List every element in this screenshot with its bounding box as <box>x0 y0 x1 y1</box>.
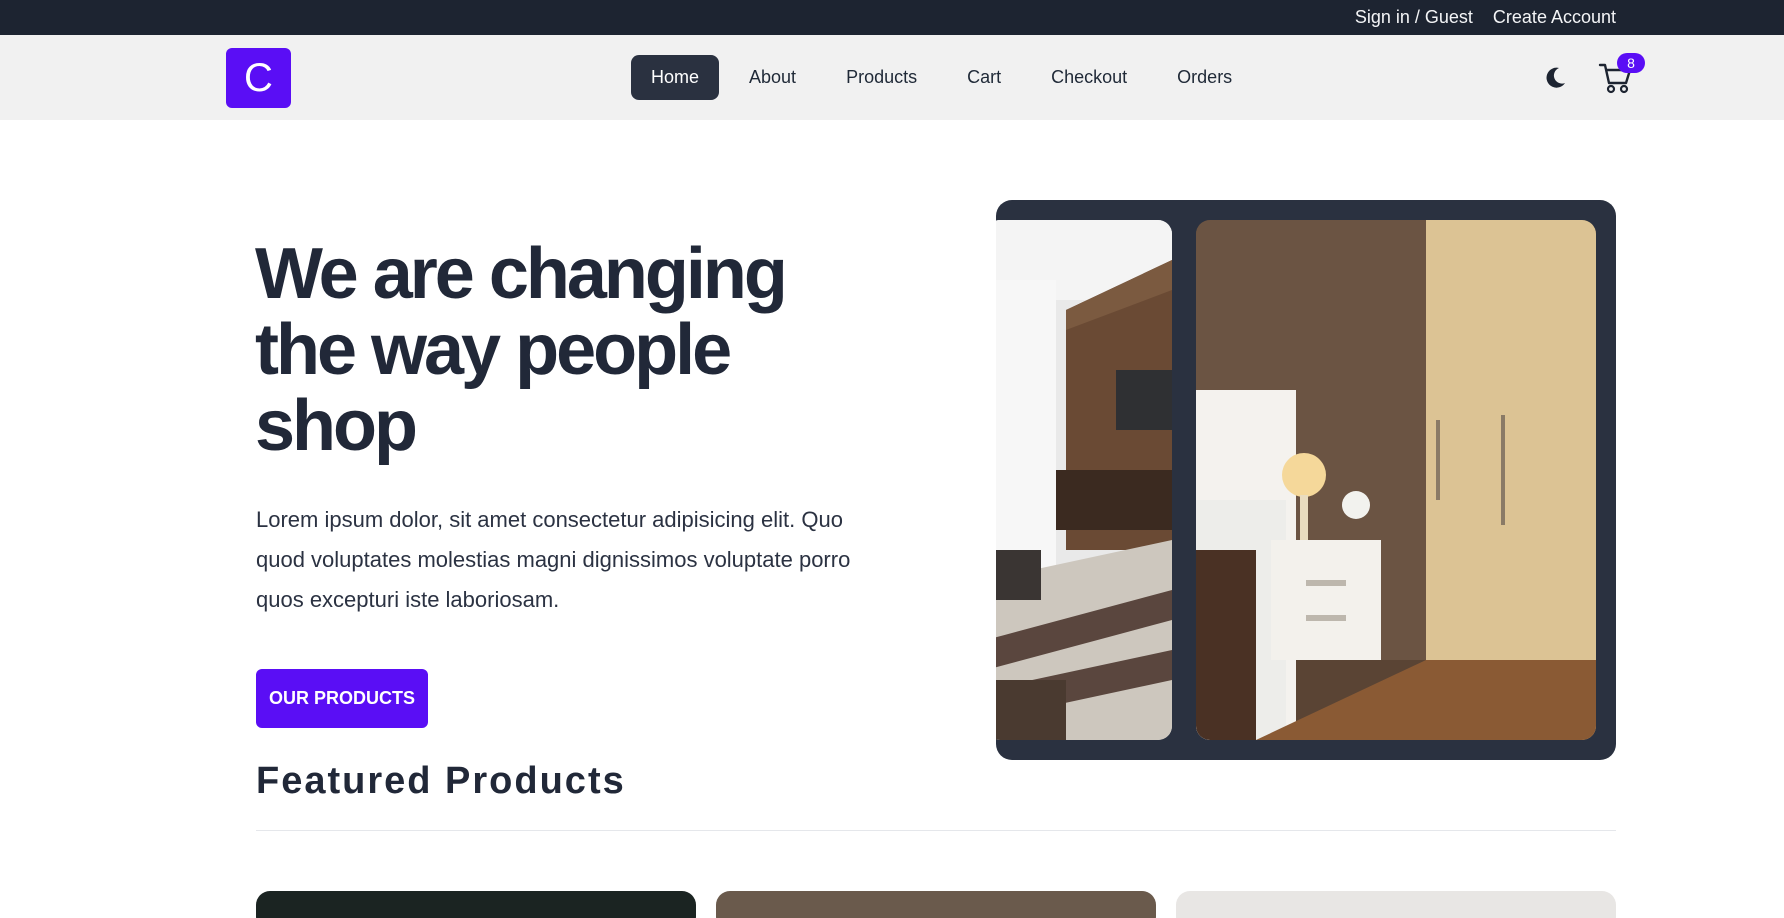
product-card[interactable] <box>256 891 696 918</box>
logo[interactable]: C <box>226 48 291 108</box>
nav-item-cart[interactable]: Cart <box>947 55 1021 100</box>
carousel-image-bedroom <box>1196 220 1596 740</box>
nav-item-orders[interactable]: Orders <box>1157 55 1252 100</box>
product-card[interactable] <box>1176 891 1616 918</box>
account-links: Sign in / Guest Create Account <box>1355 0 1616 35</box>
section-divider <box>256 830 1616 831</box>
nav-item-products[interactable]: Products <box>826 55 937 100</box>
our-products-button[interactable]: OUR PRODUCTS <box>256 669 428 728</box>
cart-count-badge: 8 <box>1617 53 1645 73</box>
hero-text: Lorem ipsum dolor, sit amet consectetur … <box>256 507 851 612</box>
logo-letter: C <box>244 55 273 100</box>
nav-item-home[interactable]: Home <box>631 55 720 100</box>
nav-menu: Home About Products Cart Checkout Orders <box>631 55 1262 100</box>
nav-item-about[interactable]: About <box>729 55 816 100</box>
sign-in-link[interactable]: Sign in / Guest <box>1355 7 1473 28</box>
create-account-link[interactable]: Create Account <box>1493 7 1616 28</box>
navbar: C Home About Products Cart Checkout Orde… <box>0 35 1784 120</box>
product-card[interactable] <box>716 891 1156 918</box>
hero-title: We are changing the way people shop <box>255 234 788 466</box>
nav-item-checkout[interactable]: Checkout <box>1031 55 1147 100</box>
hero-carousel[interactable] <box>996 200 1616 760</box>
top-bar: Sign in / Guest Create Account <box>0 0 1784 35</box>
carousel-image-living-room <box>996 220 1172 740</box>
moon-icon[interactable] <box>1540 63 1570 93</box>
featured-products-title: Featured Products <box>256 760 626 802</box>
